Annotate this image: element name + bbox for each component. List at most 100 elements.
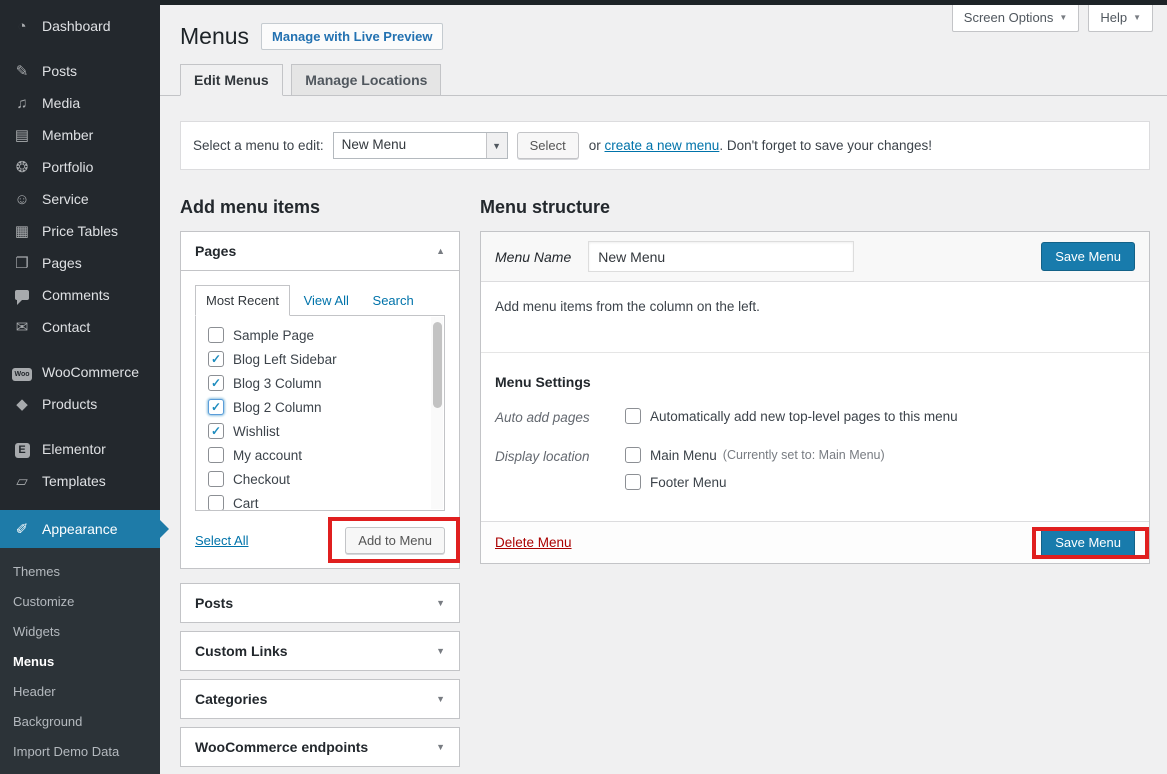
checkbox[interactable]: ✓: [208, 471, 224, 487]
sidebar-item-pages[interactable]: ❐Pages: [0, 247, 160, 279]
page-checkbox-row: ✓ My account: [196, 443, 444, 467]
sidebar-item-dashboard[interactable]: ◔Dashboard: [0, 10, 160, 42]
submenu-item-import-demo-data[interactable]: Import Demo Data: [0, 736, 160, 766]
accordion-label: Posts: [195, 595, 233, 611]
tab-most-recent[interactable]: Most Recent: [195, 285, 290, 316]
accordion-custom-links[interactable]: Custom Links▼: [180, 631, 460, 671]
envelope-icon: ✉: [11, 320, 33, 335]
add-to-menu-button[interactable]: Add to Menu: [345, 527, 445, 554]
sidebar-item-elementor[interactable]: EElementor: [0, 433, 160, 465]
auto-add-pages-row: Auto add pages ✓ Automatically add new t…: [495, 408, 1135, 435]
save-menu-button-top[interactable]: Save Menu: [1041, 242, 1135, 271]
sidebar-item-service[interactable]: ☺ Service: [0, 183, 160, 215]
chevron-down-icon[interactable]: ▼: [486, 133, 507, 158]
nav-tabs: Edit Menus Manage Locations: [160, 64, 1167, 96]
tab-edit-menus[interactable]: Edit Menus: [180, 64, 283, 96]
sidebar-item-label: Media: [42, 95, 80, 111]
sidebar-item-label: Portfolio: [42, 159, 93, 175]
pages-icon: ❐: [11, 256, 33, 271]
footer-menu-option: ✓ Footer Menu: [625, 474, 885, 490]
tab-search[interactable]: Search: [363, 286, 424, 315]
display-location-row: Display location ✓ Main Menu (Currently …: [495, 447, 1135, 501]
elementor-icon: E: [11, 441, 33, 458]
chevron-down-icon: ▼: [436, 742, 445, 752]
submenu-item-header[interactable]: Header: [0, 676, 160, 706]
checkbox[interactable]: ✓: [208, 351, 224, 367]
sidebar-item-portfolio[interactable]: ❂Portfolio: [0, 151, 160, 183]
footer-menu-checkbox[interactable]: ✓: [625, 474, 641, 490]
menu-settings-heading: Menu Settings: [495, 374, 1135, 390]
screen-options-button[interactable]: Screen Options ▼: [952, 5, 1080, 32]
sidebar-item-posts[interactable]: ✎Posts: [0, 55, 160, 87]
media-icon: ♫: [11, 96, 33, 111]
page-item-label: My account: [233, 448, 302, 463]
pages-panel-actions: Select All Add to Menu: [195, 511, 445, 554]
checkbox[interactable]: ✓: [208, 375, 224, 391]
page-item-label: Blog Left Sidebar: [233, 352, 337, 367]
pages-panel-body: Most Recent View All Search ✓Sample Page…: [181, 270, 459, 568]
create-new-menu-link[interactable]: create a new menu: [605, 138, 720, 153]
chevron-up-icon[interactable]: ▲: [436, 246, 445, 256]
menu-select-dropdown[interactable]: New Menu ▼: [333, 132, 508, 159]
sidebar-item-label: Service: [42, 191, 89, 207]
accordion-categories[interactable]: Categories ▼: [180, 679, 460, 719]
checkbox[interactable]: ✓: [208, 327, 224, 343]
accordion-woocommerce-endpoints[interactable]: WooCommerce endpoints▼: [180, 727, 460, 767]
check-icon: ✓: [211, 377, 221, 389]
scrollbar-thumb[interactable]: [433, 322, 442, 408]
smiley-icon: ☺: [11, 192, 33, 207]
accordion-label: Categories: [195, 691, 267, 707]
main-menu-option: ✓ Main Menu (Currently set to: Main Menu…: [625, 447, 885, 463]
select-all-link[interactable]: Select All: [195, 533, 248, 548]
sidebar-item-label: WooCommerce: [42, 364, 139, 380]
sidebar-item-member[interactable]: ▤Member: [0, 119, 160, 151]
page-item-label: Wishlist: [233, 424, 280, 439]
appearance-submenu: Themes Customize Widgets Menus Header Ba…: [0, 548, 160, 774]
sidebar-item-price-tables[interactable]: ▦Price Tables: [0, 215, 160, 247]
save-menu-button-bottom[interactable]: Save Menu: [1041, 528, 1135, 557]
submenu-item-widgets[interactable]: Widgets: [0, 616, 160, 646]
tab-view-all[interactable]: View All: [294, 286, 359, 315]
menu-structure-heading: Menu structure: [480, 197, 1150, 218]
chevron-down-icon: ▼: [1059, 13, 1067, 22]
checkbox[interactable]: ✓: [208, 423, 224, 439]
menu-actions-footer: Delete Menu Save Menu: [481, 521, 1149, 563]
empty-menu-hint: Add menu items from the column on the le…: [481, 282, 1149, 353]
main-menu-checkbox[interactable]: ✓: [625, 447, 641, 463]
sidebar-item-templates[interactable]: ▱Templates: [0, 465, 160, 497]
check-icon: ✓: [211, 353, 221, 365]
help-button[interactable]: Help▼: [1088, 5, 1153, 32]
sidebar-item-comments[interactable]: Comments: [0, 279, 160, 311]
screen-options-label: Screen Options: [964, 10, 1054, 25]
checkbox[interactable]: ✓: [208, 447, 224, 463]
menu-edit-panel: Menu Name Save Menu Add menu items from …: [480, 231, 1150, 564]
sidebar-item-products[interactable]: ◆Products: [0, 388, 160, 420]
main-content: Screen Options▼ Help▼ Menus Manage with …: [160, 0, 1167, 774]
menu-settings-section: Menu Settings Auto add pages ✓ Automatic…: [481, 353, 1149, 521]
select-menu-bar: Select a menu to edit: New Menu ▼ Select…: [180, 121, 1150, 170]
select-button[interactable]: Select: [517, 132, 579, 159]
chevron-down-icon: ▼: [436, 694, 445, 704]
checkbox[interactable]: ✓: [208, 399, 224, 415]
accordion-posts[interactable]: Posts▼: [180, 583, 460, 623]
delete-menu-link[interactable]: Delete Menu: [495, 535, 572, 550]
submenu-item-background[interactable]: Background: [0, 706, 160, 736]
sidebar-item-label: Templates: [42, 473, 106, 489]
page-item-label: Blog 3 Column: [233, 376, 322, 391]
menu-name-input[interactable]: [588, 241, 854, 272]
checkbox[interactable]: ✓: [208, 495, 224, 511]
pages-panel-header[interactable]: Pages ▲: [181, 232, 459, 270]
submenu-item-themes[interactable]: Themes: [0, 556, 160, 586]
auto-add-checkbox[interactable]: ✓: [625, 408, 641, 424]
sidebar-item-media[interactable]: ♫ Media: [0, 87, 160, 119]
submenu-item-menus[interactable]: Menus: [0, 646, 160, 676]
sidebar-item-contact[interactable]: ✉Contact: [0, 311, 160, 343]
admin-sidebar: ◔Dashboard ✎Posts ♫ Media ▤Member ❂Portfo…: [0, 0, 160, 774]
sidebar-item-woocommerce[interactable]: WooWooCommerce: [0, 356, 160, 388]
tab-manage-locations[interactable]: Manage Locations: [291, 64, 441, 96]
submenu-item-customize[interactable]: Customize: [0, 586, 160, 616]
check-icon: ✓: [211, 425, 221, 437]
manage-with-live-preview-button[interactable]: Manage with Live Preview: [261, 23, 443, 50]
sidebar-item-appearance[interactable]: ✐Appearance: [0, 510, 160, 548]
admin-menu: ◔Dashboard ✎Posts ♫ Media ▤Member ❂Portfo…: [0, 0, 160, 548]
